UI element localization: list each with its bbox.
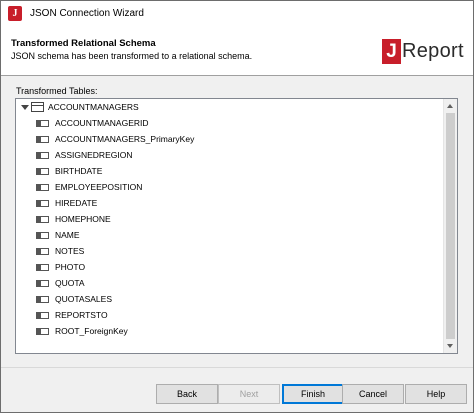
tree-field-item[interactable]: EMPLOYEEPOSITION xyxy=(36,179,142,195)
tree-field-label: QUOTA xyxy=(55,278,85,288)
page-subtitle: JSON schema has been transformed to a re… xyxy=(11,51,253,61)
scrollbar-thumb[interactable] xyxy=(446,113,455,339)
field-icon xyxy=(36,231,49,239)
field-icon xyxy=(36,167,49,175)
tree-field-label: HOMEPHONE xyxy=(55,214,111,224)
vertical-scrollbar[interactable] xyxy=(443,99,457,353)
wizard-header: Transformed Relational Schema JSON schem… xyxy=(1,26,473,76)
tree-root-table[interactable]: ACCOUNTMANAGERS xyxy=(20,99,139,115)
scroll-down-arrow-icon[interactable] xyxy=(444,340,457,353)
tree-field-item[interactable]: ACCOUNTMANAGERS_PrimaryKey xyxy=(36,131,194,147)
tree-field-label: REPORTSTO xyxy=(55,310,108,320)
field-icon xyxy=(36,279,49,287)
field-icon xyxy=(36,215,49,223)
tree-field-label: ACCOUNTMANAGERS_PrimaryKey xyxy=(55,134,195,144)
jreport-app-icon: J xyxy=(8,6,22,21)
tree-field-item[interactable]: HOMEPHONE xyxy=(36,211,111,227)
field-icon xyxy=(36,327,49,335)
tree-field-label: PHOTO xyxy=(55,262,86,272)
tree-field-label: ROOT_ForeignKey xyxy=(55,326,128,336)
field-icon xyxy=(36,311,49,319)
field-icon xyxy=(36,119,49,127)
scroll-up-arrow-icon[interactable] xyxy=(444,99,457,112)
tree-field-label: HIREDATE xyxy=(55,198,98,208)
field-icon xyxy=(36,183,49,191)
page-title: Transformed Relational Schema xyxy=(11,38,156,49)
tree-root-label: ACCOUNTMANAGERS xyxy=(48,102,139,112)
wizard-window: J JSON Connection Wizard Transformed Rel… xyxy=(0,0,474,413)
tree-field-label: NAME xyxy=(55,230,80,240)
expand-collapse-icon[interactable] xyxy=(20,103,29,112)
tree-field-item[interactable]: BIRTHDATE xyxy=(36,163,102,179)
tree-field-label: QUOTASALES xyxy=(55,294,112,304)
tree-field-item[interactable]: QUOTASALES xyxy=(36,291,112,307)
tree-field-label: ASSIGNEDREGION xyxy=(55,150,133,160)
help-button[interactable]: Help xyxy=(405,384,467,404)
transformed-tables-tree[interactable]: ACCOUNTMANAGERS ACCOUNTMANAGERID ACCOUNTMA… xyxy=(15,98,458,354)
field-icon xyxy=(36,135,49,143)
jreport-logo: J Report xyxy=(382,37,464,65)
back-button[interactable]: Back xyxy=(156,384,218,404)
wizard-footer: Back Next Finish Cancel Help xyxy=(1,367,473,412)
table-icon xyxy=(31,102,44,112)
field-icon xyxy=(36,151,49,159)
finish-button[interactable]: Finish xyxy=(282,384,344,404)
tree-field-item[interactable]: ACCOUNTMANAGERID xyxy=(36,115,149,131)
tree-field-item[interactable]: NOTES xyxy=(36,243,84,259)
tree-field-item[interactable]: ROOT_ForeignKey xyxy=(36,323,128,339)
tree-field-label: ACCOUNTMANAGERID xyxy=(55,118,149,128)
tree-field-item[interactable]: HIREDATE xyxy=(36,195,97,211)
tree-field-label: NOTES xyxy=(55,246,85,256)
tree-field-item[interactable]: REPORTSTO xyxy=(36,307,108,323)
window-title: JSON Connection Wizard xyxy=(30,8,144,19)
tree-field-item[interactable]: PHOTO xyxy=(36,259,85,275)
tree-field-label: BIRTHDATE xyxy=(55,166,103,176)
tree-field-label: EMPLOYEEPOSITION xyxy=(55,182,143,192)
cancel-button[interactable]: Cancel xyxy=(342,384,404,404)
logo-j-mark: J xyxy=(382,38,401,64)
wizard-body: Transformed Tables: ACCOUNTMANAGERS ACCOU… xyxy=(1,77,473,367)
field-icon xyxy=(36,247,49,255)
field-icon xyxy=(36,295,49,303)
title-bar: J JSON Connection Wizard xyxy=(1,1,473,26)
field-icon xyxy=(36,263,49,271)
field-icon xyxy=(36,199,49,207)
transformed-tables-label: Transformed Tables: xyxy=(16,86,98,96)
logo-wordmark: Report xyxy=(402,39,464,62)
tree-field-item[interactable]: ASSIGNEDREGION xyxy=(36,147,132,163)
tree-field-item[interactable]: NAME xyxy=(36,227,80,243)
tree-field-item[interactable]: QUOTA xyxy=(36,275,85,291)
next-button[interactable]: Next xyxy=(218,384,280,404)
